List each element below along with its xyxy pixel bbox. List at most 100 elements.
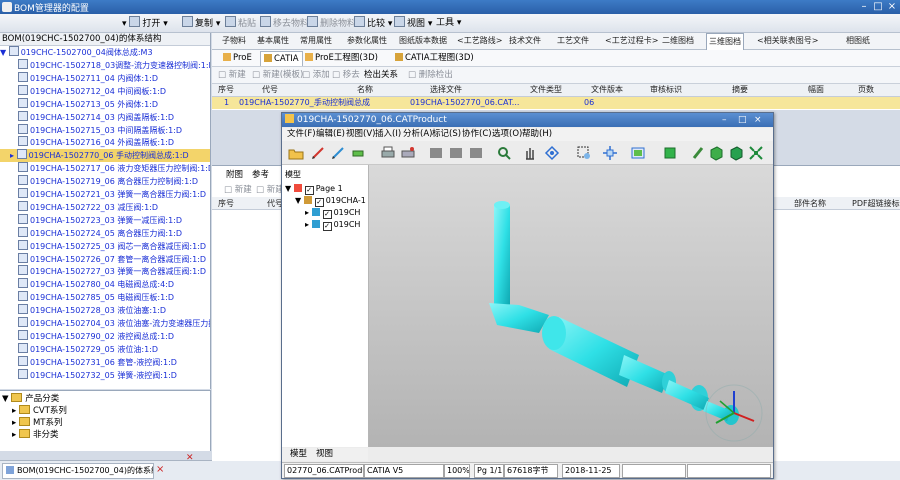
tab-proe[interactable]: ProE (220, 51, 255, 65)
minimize-icon[interactable]: – (858, 1, 870, 12)
tab-sub-material[interactable]: 子物料 (222, 33, 246, 49)
print-icon[interactable] (380, 145, 396, 161)
tab-views[interactable]: 视图 (316, 448, 333, 461)
explode-icon[interactable] (748, 145, 764, 161)
tree-item[interactable]: 019CHA-1502732_05 弹簧-液控阀:1:D (0, 368, 210, 382)
tab-process-card[interactable]: <工艺过程卡> (605, 33, 658, 49)
delete-material-button[interactable]: 删除物料 (305, 16, 358, 30)
tools-menu-button[interactable]: 工具 ▾ (434, 16, 463, 30)
tree-item[interactable]: 019CHA-1502724_05 离合器压力阀:1:D (0, 226, 210, 240)
paste-button[interactable]: 粘贴 (223, 16, 258, 30)
material-icon[interactable] (708, 145, 724, 161)
tab-related-drawing-no[interactable]: <相关联表图号> (757, 33, 818, 49)
folder-mt[interactable]: ▸ MT系列 (12, 417, 63, 429)
add-button[interactable]: □ 添加 (302, 69, 330, 81)
attach-new-button[interactable]: □ 新建 (224, 183, 252, 195)
fit-all-icon[interactable] (602, 145, 618, 161)
markup-eraser-icon[interactable] (350, 145, 366, 161)
tree-item[interactable]: 019CHC-1502718_03调整-流力变速器控制阀:1:D (0, 59, 210, 72)
markup-pen2-icon[interactable] (330, 145, 346, 161)
menu-insert[interactable]: 插入(I) (375, 128, 401, 141)
page-prev-icon[interactable] (428, 145, 444, 161)
catia-maximize-icon[interactable]: □ (738, 113, 747, 127)
tree-item[interactable]: 019CHA-1502713_05 外阀体:1:D (0, 97, 210, 111)
menu-markup[interactable]: 标记(S) (432, 128, 461, 141)
tree-item[interactable]: 019CHA-1502790_02 液控阀总成:1:D (0, 329, 210, 343)
menu-options[interactable]: 选项(O) (492, 128, 522, 141)
checkbox-icon[interactable]: ✓ (322, 210, 332, 219)
tree-item[interactable]: 019CHA-1502726_07 套管一离合器减压阀:1:D (0, 252, 210, 266)
catia-3d-viewport[interactable] (369, 165, 773, 447)
menu-help[interactable]: 帮助(H) (522, 128, 552, 141)
tree-item[interactable]: 019CHA-1502785_05 电磁阀压板:1:D (0, 291, 210, 304)
new-button[interactable]: □ 新建 (218, 69, 246, 81)
menu-analyze[interactable]: 分析(A) (403, 128, 432, 141)
catia-title-bar[interactable]: 019CHA-1502770_06.CATProduct – □ × (282, 113, 773, 127)
open-file-icon[interactable] (288, 145, 304, 161)
tab-basic-props[interactable]: 基本属性 (257, 33, 289, 49)
tab-tech-docs[interactable]: 技术文件 (509, 33, 541, 49)
checkbox-icon[interactable]: ✓ (322, 222, 332, 231)
tab-attachments[interactable]: 附图 (226, 168, 243, 180)
tree-item[interactable]: 019CHA-1502727_03 弹簧一离合器减压阀:1:D (0, 265, 210, 278)
page-next-icon[interactable] (448, 145, 464, 161)
markup-pen-icon[interactable] (310, 145, 326, 161)
tab-drawing-versions[interactable]: 图纸版本数据 (399, 33, 447, 49)
zoom-window-icon[interactable] (576, 145, 592, 161)
tree-root[interactable]: ▼ 019CHC-1502700_04阀体总成:M3 (0, 46, 210, 59)
tab-common-props[interactable]: 常用属性 (300, 33, 332, 49)
tree-item[interactable]: 019CHA-1502723_03 弹簧一减压阀:1:D (0, 213, 210, 227)
catia-minimize-icon[interactable]: – (722, 113, 727, 127)
menu-edit[interactable]: 编辑(E) (316, 128, 345, 141)
checkbox-icon[interactable]: ✓ (304, 186, 314, 195)
menu-file[interactable]: 文件(F) (287, 128, 316, 141)
tree-item[interactable]: ▸ 019CHA-1502770_06 手动控制阀总成:1:D (0, 149, 210, 163)
shading-icon[interactable] (662, 145, 678, 161)
tree-page-node[interactable]: ▼ ✓ Page 1 (285, 183, 343, 195)
tree-item[interactable]: 019CHA-1502712_04 中间阀板:1:D (0, 84, 210, 98)
print-setup-icon[interactable] (400, 145, 416, 161)
remove-button[interactable]: □ 移去 (332, 69, 360, 81)
new-template-button[interactable]: □ 新建(模板) (252, 69, 303, 81)
folder-cvt[interactable]: ▸ CVT系列 (12, 405, 67, 417)
tab-process-docs[interactable]: 工艺文件 (557, 33, 589, 49)
tab-model[interactable]: 模型 (290, 448, 307, 461)
tab-3d-drawings[interactable]: 三维图档 (706, 33, 744, 50)
tree-item[interactable]: 019CHA-1502716_04 外阀盖隔板:1:D (0, 136, 210, 149)
tree-part-node[interactable]: ▸ ✓ 019CH (305, 219, 360, 231)
screenshot-icon[interactable] (630, 145, 646, 161)
delete-checkout-button[interactable]: □ 删除检出 (408, 69, 453, 81)
close-tab-icon[interactable]: × (156, 464, 164, 475)
rotate-icon[interactable] (544, 145, 560, 161)
folder-unclassified[interactable]: ▸ 非分类 (12, 429, 58, 441)
tab-catia-drawing[interactable]: CATIA工程图(3D) (392, 51, 477, 65)
find-icon[interactable] (496, 145, 512, 161)
tree-item[interactable]: 019CHA-1502722_03 减压阀:1:D (0, 200, 210, 214)
remove-material-button[interactable]: 移去物料 (258, 16, 311, 30)
tree-item[interactable]: 019CHA-1502711_04 内阀体:1:D (0, 71, 210, 85)
menu-view[interactable]: 视图(V) (346, 128, 375, 141)
open-button[interactable]: ▾ 打开 ▾ (120, 16, 170, 30)
tree-item[interactable]: 019CHA-1502714_03 内阀盖隔板:1:D (0, 110, 210, 124)
tab-process-route[interactable]: <工艺路线> (457, 33, 502, 49)
color-brush-icon[interactable] (690, 145, 706, 161)
copy-button[interactable]: 复制 ▾ (180, 16, 222, 30)
tree-item[interactable]: 019CHA-1502725_03 阀芯一离合器减压阀:1:D (0, 239, 210, 253)
tab-param-props[interactable]: 参数化属性 (347, 33, 387, 49)
tree-item[interactable]: 019CHA-1502717_06 液力变矩器压力控制阀:1:D (0, 162, 210, 175)
page-fit-icon[interactable] (468, 145, 484, 161)
tree-item[interactable]: 019CHA-1502729_05 液位油:1:D (0, 342, 210, 356)
tree-item[interactable]: 019CHA-1502715_03 中间隔盖隔板:1:D (0, 123, 210, 137)
tree-part-node[interactable]: ▸ ✓ 019CH (305, 207, 360, 219)
close-icon[interactable]: × (886, 1, 898, 12)
tab-2d-drawings[interactable]: 二维图档 (662, 33, 694, 49)
maximize-icon[interactable]: □ (872, 1, 884, 12)
checkout-relation-button[interactable]: 检出关系 (364, 69, 398, 81)
tab-drawings[interactable]: 相图纸 (846, 33, 870, 49)
compare-button[interactable]: 比较 ▾ (352, 16, 394, 30)
window-tab[interactable]: BOM(019CHC-1502700_04)的体系结构... (2, 463, 154, 479)
tree-item[interactable]: 019CHA-1502721_03 弹簧一离合器压力阀:1:D (0, 188, 210, 201)
tab-catia[interactable]: CATIA (260, 51, 303, 66)
tree-item[interactable]: 019CHA-1502728_03 液位油塞:1:D (0, 304, 210, 317)
tree-item[interactable]: 019CHA-1502704_03 液位油塞-流力变速器压力控制 (0, 317, 210, 330)
